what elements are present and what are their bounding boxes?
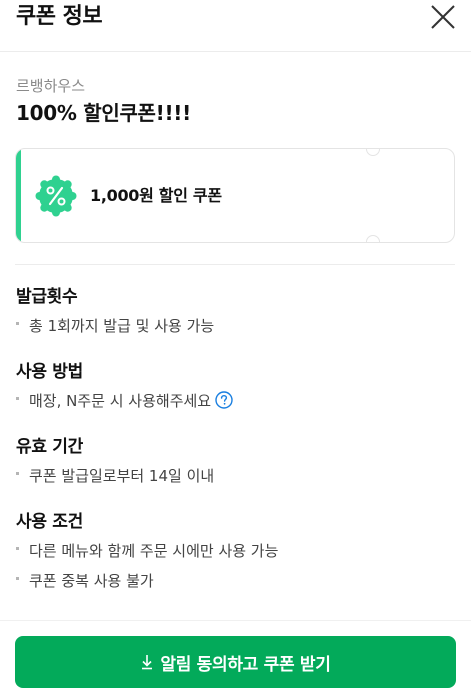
store-name: 르뱅하우스 [16, 77, 86, 95]
receive-coupon-button[interactable]: 알림 동의하고 쿠폰 받기 [15, 636, 456, 688]
section-title-usage-method: 사용 방법 [16, 362, 83, 382]
question-circle-icon[interactable] [215, 390, 233, 409]
section-title-issue-count: 발급횟수 [16, 287, 78, 307]
list-item: 쿠폰 발급일로부터 14일 이내 [16, 466, 214, 486]
list-item: 쿠폰 중복 사용 불가 [16, 571, 154, 591]
list-item-text: 매장, N주문 시 사용해주세요 [29, 392, 212, 410]
close-icon [431, 5, 455, 29]
coupon-notch-top [366, 149, 380, 156]
bullet-icon [16, 547, 19, 550]
list-item: 총 1회까지 발급 및 사용 가능 [16, 316, 214, 336]
bullet-icon [16, 322, 19, 325]
coupon-card-accent [16, 149, 21, 242]
list-item-text: 쿠폰 발급일로부터 14일 이내 [29, 467, 215, 485]
header: 쿠폰 정보 [0, 0, 471, 52]
bullet-icon [16, 397, 19, 400]
list-item-text: 다른 메뉴와 함께 주문 시에만 사용 가능 [29, 542, 279, 560]
section-title-conditions: 사용 조건 [16, 512, 83, 532]
bullet-icon [16, 577, 19, 580]
download-icon [142, 655, 153, 670]
divider [15, 264, 455, 265]
section-title-validity: 유효 기간 [16, 437, 83, 457]
bullet-icon [16, 472, 19, 475]
percent-badge-icon [35, 175, 77, 217]
list-item: 매장, N주문 시 사용해주세요 [16, 390, 233, 411]
list-item: 다른 메뉴와 함께 주문 시에만 사용 가능 [16, 541, 278, 561]
list-item-text: 쿠폰 중복 사용 불가 [29, 572, 154, 590]
coupon-notch-bottom [366, 235, 380, 242]
coupon-name: 1,000원 할인 쿠폰 [90, 186, 222, 205]
page-title: 쿠폰 정보 [16, 4, 103, 29]
list-item-text: 총 1회까지 발급 및 사용 가능 [29, 317, 215, 335]
receive-coupon-label: 알림 동의하고 쿠폰 받기 [160, 654, 331, 675]
coupon-card: 1,000원 할인 쿠폰 [15, 148, 455, 243]
close-button[interactable] [430, 4, 456, 30]
coupon-title: 100% 할인쿠폰!!!! [16, 101, 191, 125]
